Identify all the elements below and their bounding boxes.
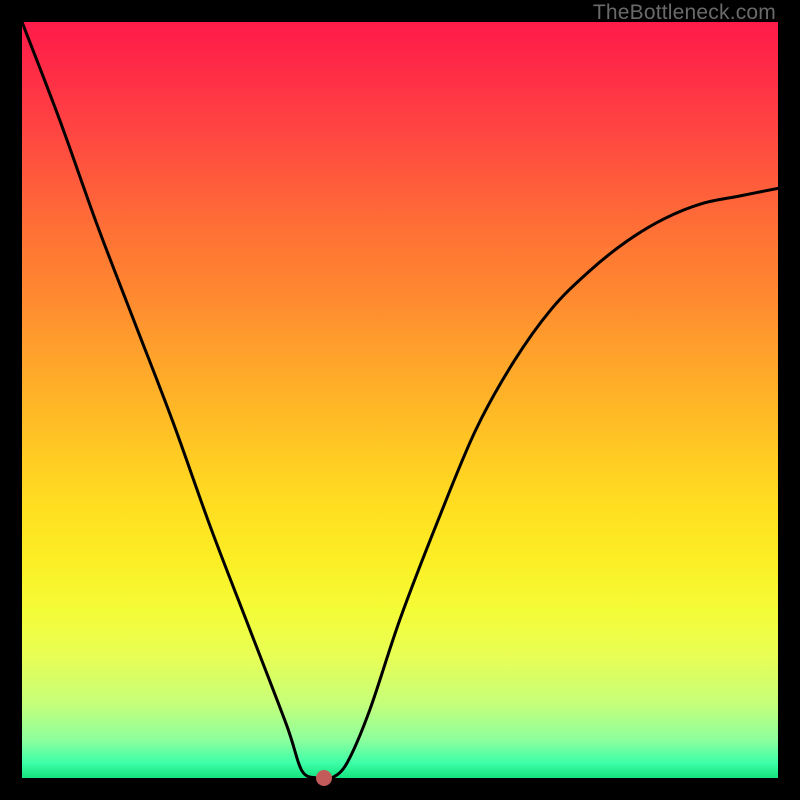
bottleneck-curve xyxy=(22,22,778,778)
chart-frame: TheBottleneck.com xyxy=(0,0,800,800)
minimum-point xyxy=(316,770,332,786)
plot-area xyxy=(22,22,778,778)
